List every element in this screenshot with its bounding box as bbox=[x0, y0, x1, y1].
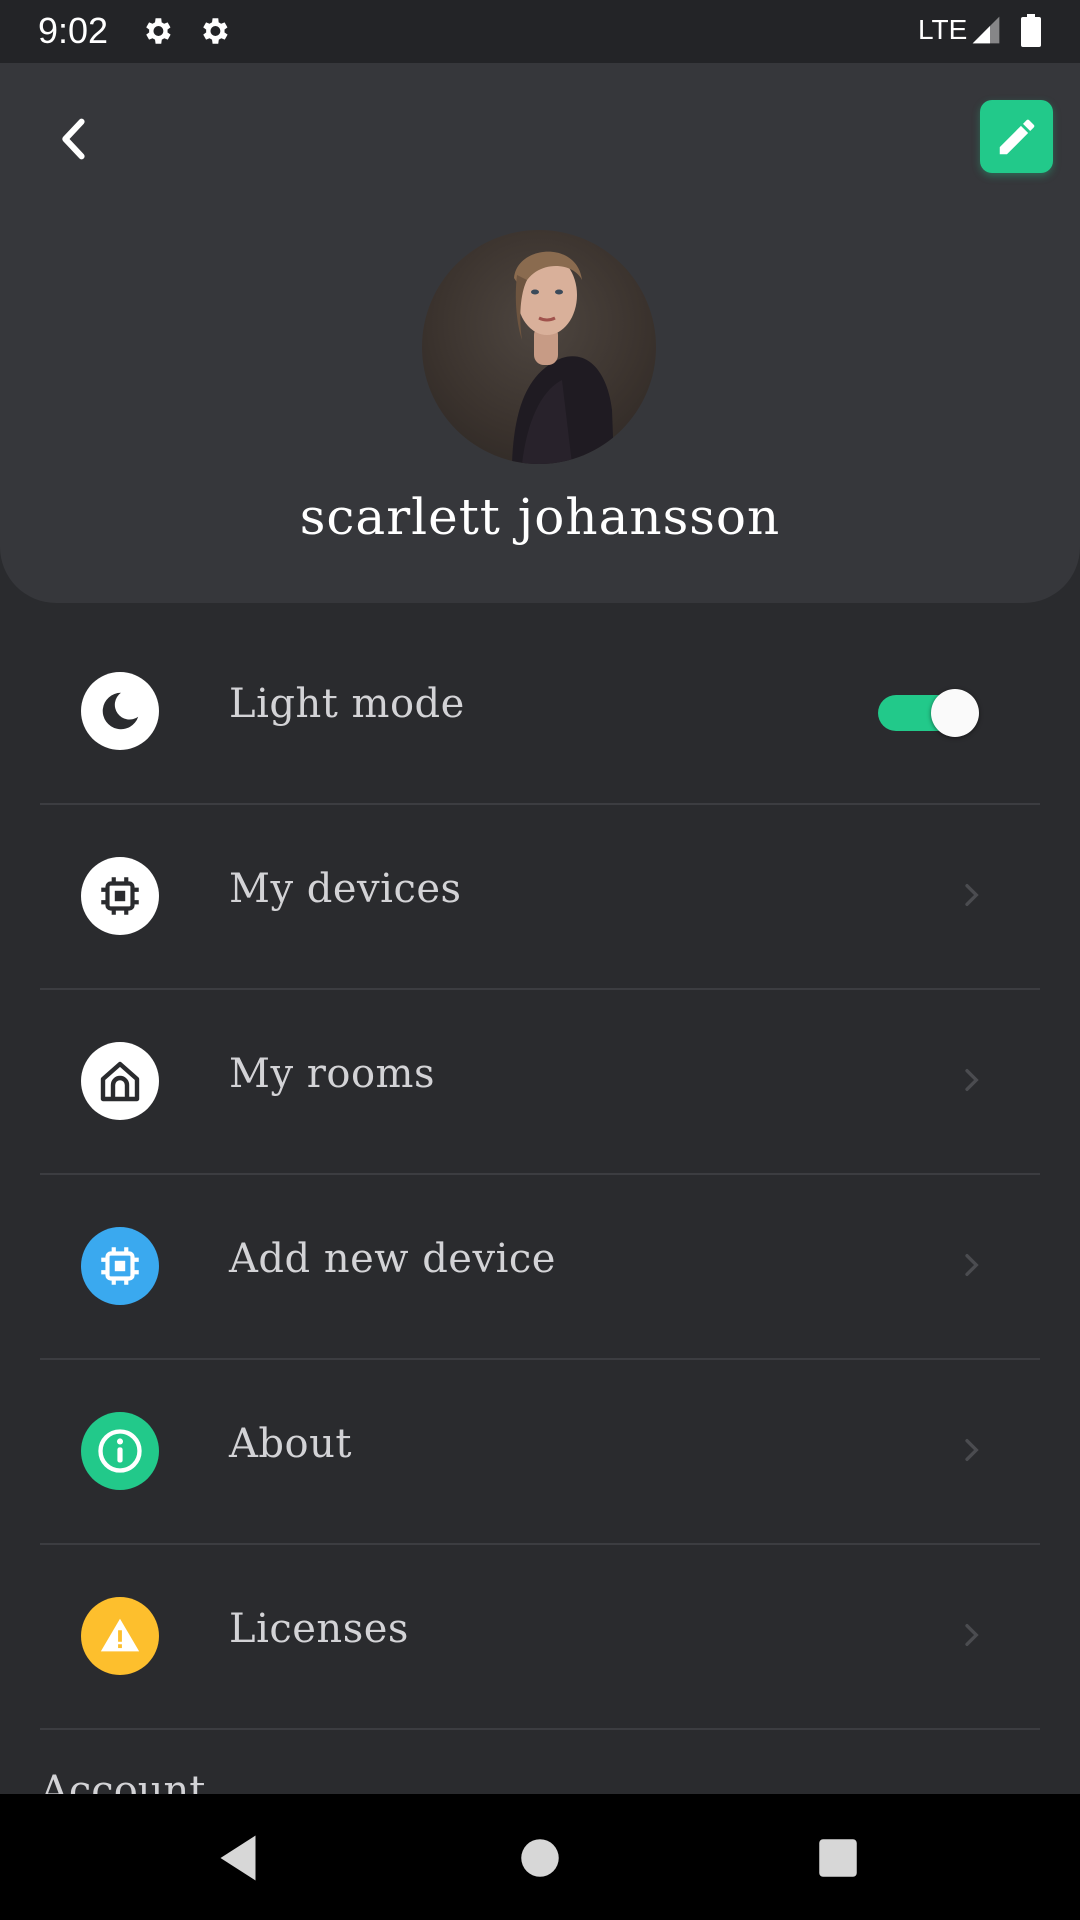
menu-item-my-devices[interactable]: My devices bbox=[40, 805, 1040, 990]
toggle-knob bbox=[931, 689, 979, 737]
menu-item-light-mode[interactable]: Light mode bbox=[40, 620, 1040, 805]
gear-icon bbox=[203, 18, 228, 44]
home-nav-icon[interactable] bbox=[510, 1828, 570, 1888]
chip-icon bbox=[81, 1227, 159, 1305]
menu-item-label: About bbox=[229, 1421, 352, 1467]
status-bar: 9:02 LTE bbox=[0, 0, 1080, 63]
moon-icon bbox=[81, 672, 159, 750]
gear-icon bbox=[146, 18, 171, 44]
network-type: LTE bbox=[918, 14, 968, 45]
menu-item-label: Licenses bbox=[229, 1606, 409, 1652]
menu-item-label: My devices bbox=[229, 866, 462, 912]
signal-icon bbox=[972, 16, 1000, 44]
chevron-right-icon bbox=[965, 1069, 979, 1091]
menu-item-about[interactable]: About bbox=[40, 1360, 1040, 1545]
menu-item-label: My rooms bbox=[229, 1051, 436, 1097]
info-icon bbox=[81, 1412, 159, 1490]
avatar bbox=[422, 230, 656, 464]
profile-name: scarlett johansson bbox=[299, 488, 781, 546]
warning-icon bbox=[81, 1597, 159, 1675]
chevron-right-icon bbox=[965, 884, 979, 906]
menu-item-add-new-device[interactable]: Add new device bbox=[40, 1175, 1040, 1360]
back-nav-icon[interactable] bbox=[208, 1828, 268, 1888]
chevron-right-icon bbox=[965, 1439, 979, 1461]
avatar-portrait bbox=[512, 251, 614, 464]
menu-item-my-rooms[interactable]: My rooms bbox=[40, 990, 1040, 1175]
menu-item-licenses[interactable]: Licenses bbox=[40, 1545, 1040, 1730]
edit-profile-button[interactable] bbox=[980, 100, 1053, 173]
light-mode-toggle[interactable] bbox=[878, 689, 979, 737]
settings-menu: Light mode My devices My rooms Add new d… bbox=[40, 620, 1040, 1730]
recents-nav-icon[interactable] bbox=[808, 1828, 868, 1888]
battery-icon bbox=[1021, 14, 1041, 47]
chevron-right-icon bbox=[965, 1624, 979, 1646]
home-icon bbox=[81, 1042, 159, 1120]
pencil-icon bbox=[999, 119, 1034, 154]
chevron-right-icon bbox=[965, 1254, 979, 1276]
menu-item-label: Add new device bbox=[229, 1236, 556, 1282]
status-time: 9:02 bbox=[38, 10, 109, 51]
menu-item-label: Light mode bbox=[229, 681, 465, 727]
chip-icon bbox=[81, 857, 159, 935]
back-button[interactable] bbox=[48, 113, 100, 165]
system-nav-bar bbox=[0, 1794, 1080, 1920]
profile-header: scarlett johansson bbox=[0, 63, 1080, 603]
